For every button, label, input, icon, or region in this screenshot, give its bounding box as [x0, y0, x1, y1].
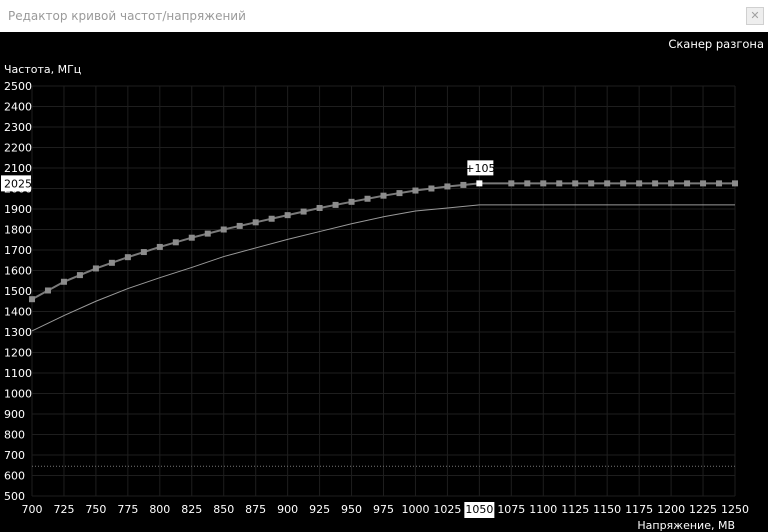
y-tick-label: 1400	[4, 306, 32, 319]
x-tick-label: 875	[245, 503, 266, 516]
curve-point[interactable]	[92, 265, 99, 272]
x-tick-label: 1175	[625, 503, 653, 516]
curve-point[interactable]	[284, 212, 291, 219]
curve-point[interactable]	[444, 183, 451, 190]
curve-point[interactable]	[652, 180, 659, 187]
chart-grid	[31, 85, 736, 497]
x-tick-label: 725	[53, 503, 74, 516]
y-tick-label: 2100	[4, 162, 32, 175]
curve-point[interactable]	[396, 190, 403, 197]
curve-point[interactable]	[428, 185, 435, 192]
curve-point[interactable]	[108, 259, 115, 266]
curve-point[interactable]	[524, 180, 531, 187]
curve-editor-window: Редактор кривой частот/напряжений ✕ Скан…	[0, 0, 768, 532]
curve-point[interactable]	[156, 243, 163, 250]
x-tick-label: 1225	[689, 503, 717, 516]
x-tick-label: 800	[149, 503, 170, 516]
y-tick-label: 1300	[4, 326, 32, 339]
x-tick-label: 925	[309, 503, 330, 516]
curve-point[interactable]	[508, 180, 515, 187]
curve-point[interactable]	[636, 180, 643, 187]
y-axis-label: Частота, МГц	[4, 63, 81, 76]
x-tick-label: 1100	[529, 503, 557, 516]
curve-point[interactable]	[220, 226, 227, 233]
y-tick-label: 1700	[4, 244, 32, 257]
x-tick-label: 1125	[561, 503, 589, 516]
curve-point[interactable]	[76, 272, 83, 279]
x-tick-label: 1150	[593, 503, 621, 516]
curve-point[interactable]	[732, 180, 738, 187]
curve-point[interactable]	[316, 204, 323, 211]
selected-point-marker[interactable]: +105 2025 1050	[1, 160, 495, 518]
y-tick-label: 900	[4, 408, 25, 421]
y-tick-label: 1800	[4, 224, 32, 237]
x-tick-label: 975	[373, 503, 394, 516]
x-tick-label: 900	[277, 503, 298, 516]
curve-point[interactable]	[204, 230, 211, 237]
x-axis-ticks: 700 725 750 775 800 825 850 875 900 925 950 975 1000…	[22, 503, 750, 516]
curve-point[interactable]	[380, 192, 387, 199]
selected-x-value: 1050	[465, 503, 493, 516]
selected-y-value: 2025	[4, 177, 32, 190]
y-tick-label: 2200	[4, 142, 32, 155]
x-tick-label: 825	[181, 503, 202, 516]
x-tick-label: 850	[213, 503, 234, 516]
y-tick-label: 700	[4, 449, 25, 462]
curve-point[interactable]	[700, 180, 707, 187]
y-tick-label: 1000	[4, 388, 32, 401]
curve-point[interactable]	[412, 187, 419, 194]
curve-point[interactable]	[60, 278, 67, 285]
curve-point[interactable]	[716, 180, 723, 187]
x-tick-label: 750	[85, 503, 106, 516]
curve-point[interactable]	[188, 234, 195, 241]
curve-point[interactable]	[332, 201, 339, 208]
curve-point[interactable]	[604, 180, 611, 187]
y-tick-label: 1600	[4, 265, 32, 278]
curve-point[interactable]	[124, 254, 131, 261]
selected-point[interactable]	[476, 180, 483, 187]
curve-point[interactable]	[556, 180, 563, 187]
curve-point[interactable]	[172, 239, 179, 246]
x-tick-label: 1250	[721, 503, 749, 516]
y-tick-label: 1100	[4, 367, 32, 380]
y-tick-label: 2400	[4, 101, 32, 114]
vf-curve-chart[interactable]: 500 600 700 800 900 1000 1100 1200 1300 1400 1500 1…	[0, 0, 768, 532]
x-tick-label: 950	[341, 503, 362, 516]
y-tick-label: 1900	[4, 203, 32, 216]
curve-point[interactable]	[620, 180, 627, 187]
x-tick-label: 775	[117, 503, 138, 516]
x-tick-label: 1200	[657, 503, 685, 516]
x-axis-label: Напряжение, МВ	[637, 519, 735, 532]
curve-point[interactable]	[300, 208, 307, 215]
y-tick-label: 1200	[4, 347, 32, 360]
curve-point[interactable]	[140, 249, 147, 256]
curve-point[interactable]	[572, 180, 579, 187]
curve-point[interactable]	[460, 181, 467, 188]
y-tick-label: 800	[4, 429, 25, 442]
x-tick-label: 1025	[433, 503, 461, 516]
x-tick-label: 700	[22, 503, 43, 516]
curve-point[interactable]	[29, 296, 35, 303]
curve-point[interactable]	[44, 287, 51, 294]
x-tick-label: 1000	[401, 503, 429, 516]
curve-point[interactable]	[668, 180, 675, 187]
curve-point[interactable]	[588, 180, 595, 187]
y-tick-label: 1500	[4, 285, 32, 298]
curve-point[interactable]	[268, 215, 275, 222]
curve-point[interactable]	[252, 219, 259, 226]
x-tick-label: 1075	[497, 503, 525, 516]
y-tick-label: 500	[4, 490, 25, 503]
curve-point[interactable]	[364, 195, 371, 202]
offset-value: +105	[465, 162, 495, 175]
curve-point[interactable]	[236, 222, 243, 229]
y-axis-ticks: 500 600 700 800 900 1000 1100 1200 1300 1400 1500 1…	[4, 80, 32, 503]
curve-point[interactable]	[540, 180, 547, 187]
y-tick-label: 2500	[4, 80, 32, 93]
y-tick-label: 2300	[4, 121, 32, 134]
y-tick-label: 600	[4, 470, 25, 483]
curve-point[interactable]	[348, 198, 355, 205]
curve-point[interactable]	[684, 180, 691, 187]
